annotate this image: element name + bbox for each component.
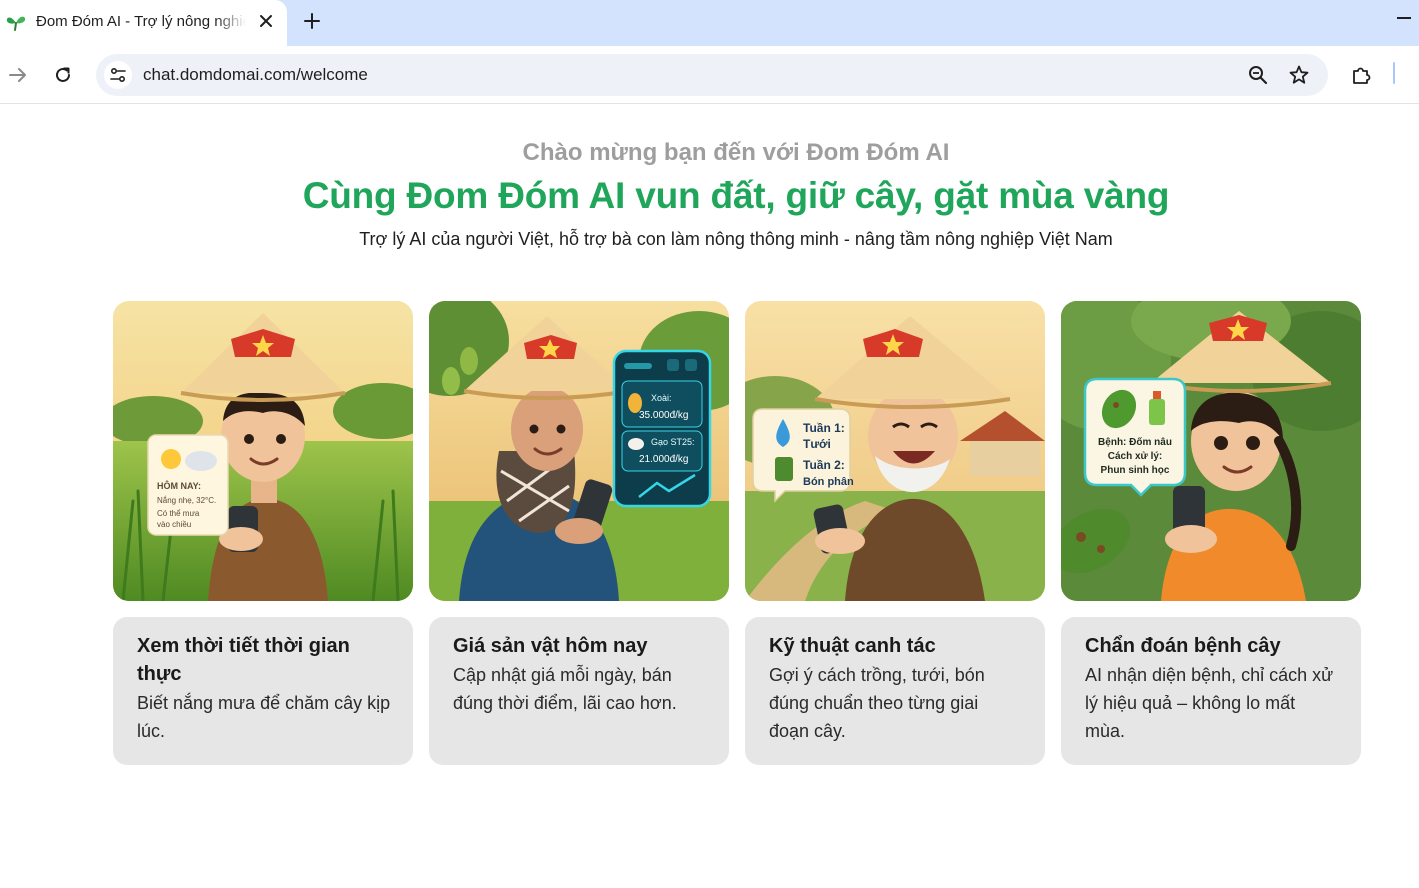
price-item2-name: Gạo ST25:: [651, 437, 695, 447]
diagnosis-line1: Bệnh: Đốm nâu: [1098, 436, 1172, 448]
card-title: Chẩn đoán bệnh cây: [1085, 635, 1281, 657]
active-tab[interactable]: Đom Đóm AI - Trợ lý nông nghiệp: [0, 0, 287, 46]
card-description: Cập nhật giá mỗi ngày, bán đúng thời điể…: [453, 665, 677, 713]
close-tab-icon[interactable]: [256, 11, 276, 31]
tagline: Trợ lý AI của người Việt, hỗ trợ bà con …: [359, 229, 1113, 249]
site-info-button[interactable]: [104, 61, 132, 89]
reload-icon[interactable]: [52, 64, 74, 86]
diagnosis-line3: Phun sinh học: [1101, 465, 1170, 476]
card-title: Giá sản vật hôm nay: [453, 635, 648, 657]
forward-arrow-icon[interactable]: [7, 64, 29, 86]
card-title: Kỹ thuật canh tác: [769, 635, 936, 657]
weather-bubble-line2: Có thể mưa: [157, 509, 200, 518]
tab-strip: Đom Đóm AI - Trợ lý nông nghiệp: [0, 0, 1419, 46]
tab-title: Đom Đóm AI - Trợ lý nông nghiệp: [36, 13, 246, 30]
weather-feature-card[interactable]: Xem thời tiết thời gian thực Biết nắng m…: [113, 617, 413, 765]
welcome-page: Chào mừng bạn đến với Đom Đóm AI Cùng Đo…: [0, 105, 1419, 888]
price-item2-value: 21.000đ/kg: [639, 454, 689, 465]
weather-bubble-line3: vào chiều: [157, 520, 191, 529]
card-title: Xem thời tiết thời gian thực: [137, 635, 350, 685]
weather-bubble-line1: Nắng nhẹ, 32°C.: [157, 496, 216, 505]
card-description: Biết nắng mưa để chăm cây kịp lúc.: [137, 693, 391, 741]
market-price-farmer-illustration: Xoài: 35.000đ/kg Gạo ST25: 21.000đ/kg: [429, 301, 729, 601]
toolbar-divider: [1393, 62, 1395, 84]
farming-technique-farmer-illustration: Tuần 1: Tưới Tuần 2: Bón phân: [745, 301, 1045, 601]
market-price-feature-card[interactable]: Giá sản vật hôm nay Cập nhật giá mỗi ngà…: [429, 617, 729, 765]
technique-line1: Tuần 1:: [803, 421, 845, 435]
plant-disease-farmer-illustration: Bệnh: Đốm nâu Cách xử lý: Phun sinh học: [1061, 301, 1361, 601]
browser-toolbar: chat.domdomai.com/welcome: [0, 46, 1419, 104]
technique-line4: Bón phân: [803, 476, 854, 488]
price-item1-name: Xoài:: [651, 393, 672, 403]
zoom-icon[interactable]: [1247, 64, 1269, 86]
price-item1-value: 35.000đ/kg: [639, 410, 689, 421]
url-text[interactable]: chat.domdomai.com/welcome: [143, 65, 368, 85]
headline: Cùng Đom Đóm AI vun đất, giữ cây, gặt mù…: [302, 175, 1170, 216]
technique-line3: Tuần 2:: [803, 458, 845, 472]
new-tab-plus-icon[interactable]: [301, 10, 323, 32]
minimize-window-icon[interactable]: [1397, 17, 1411, 19]
weather-farmer-illustration: HÔM NAY: Nắng nhẹ, 32°C. Có thể mưa vào …: [113, 301, 413, 601]
technique-line2: Tưới: [803, 437, 831, 451]
address-bar[interactable]: chat.domdomai.com/welcome: [96, 54, 1328, 96]
bookmark-star-icon[interactable]: [1288, 64, 1310, 86]
plant-diagnosis-feature-card[interactable]: Chẩn đoán bệnh cây AI nhận diện bệnh, ch…: [1061, 617, 1361, 765]
card-description: AI nhận diện bệnh, chỉ cách xử lý hiệu q…: [1085, 665, 1334, 741]
diagnosis-line2: Cách xử lý:: [1108, 451, 1162, 462]
tune-settings-icon: [110, 67, 126, 83]
welcome-heading: Chào mừng bạn đến với Đom Đóm AI: [522, 139, 950, 166]
leaf-favicon-icon: [6, 16, 26, 31]
extensions-puzzle-icon[interactable]: [1351, 64, 1373, 86]
weather-bubble-heading: HÔM NAY:: [157, 480, 201, 491]
card-description: Gợi ý cách trồng, tưới, bón đúng chuẩn t…: [769, 665, 985, 741]
farming-technique-feature-card[interactable]: Kỹ thuật canh tác Gợi ý cách trồng, tưới…: [745, 617, 1045, 765]
